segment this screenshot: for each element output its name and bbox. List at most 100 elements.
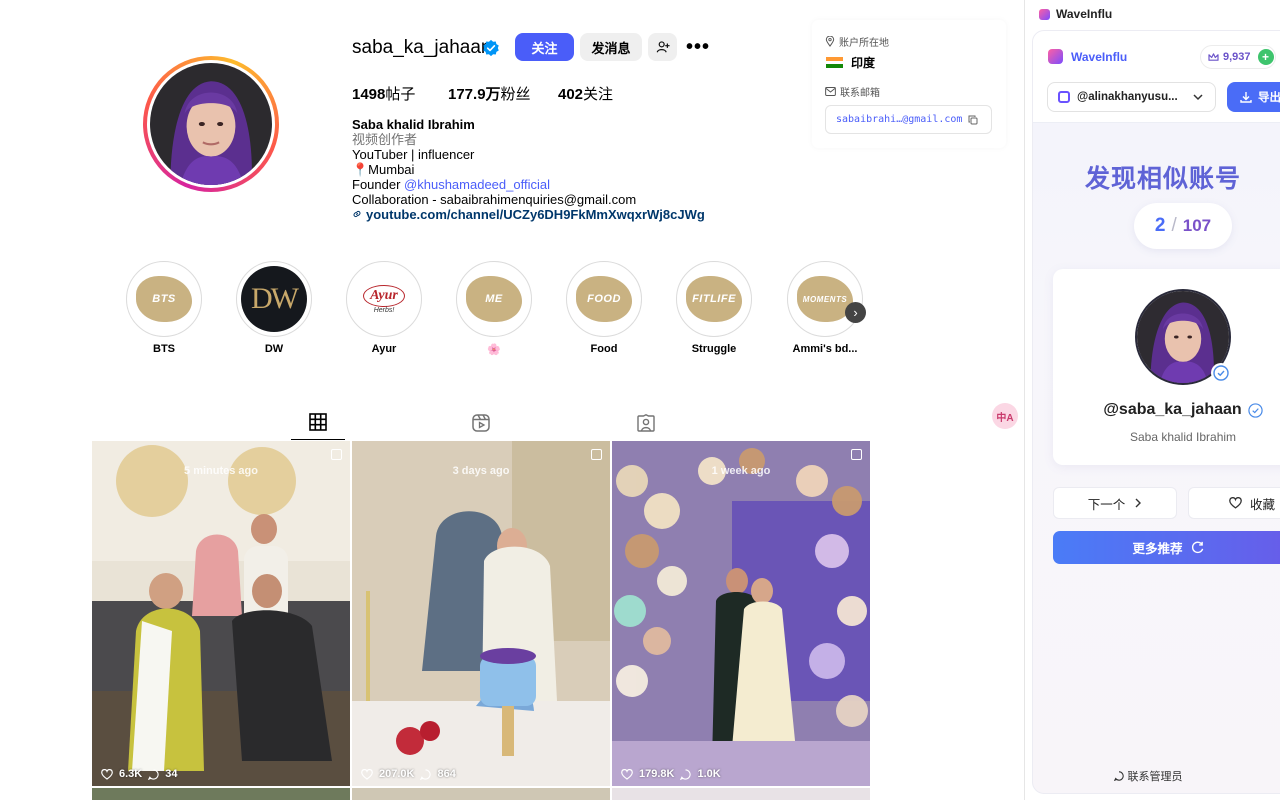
more-options-button[interactable]: ••• <box>684 33 712 61</box>
screen: saba_ka_jahaan 关注 发消息 ••• 1498帖子 177.9万粉… <box>0 0 1280 800</box>
post-comments: 864 <box>437 768 456 780</box>
add-coins-button[interactable]: + <box>1257 49 1274 65</box>
bio-external-link[interactable]: youtube.com/channel/UCZy6DH9FkMmXwqxrWj8… <box>352 207 705 222</box>
account-selector[interactable]: @alinakhanyusu... <box>1047 82 1216 112</box>
highlight-item[interactable]: FITLIFE Struggle <box>675 261 753 355</box>
country-name: 印度 <box>851 56 876 70</box>
copy-icon[interactable] <box>968 115 978 125</box>
result-counter: 2 / 107 <box>1134 203 1232 249</box>
stat-following[interactable]: 402关注 <box>558 83 613 104</box>
bio-mention-link[interactable]: @khushamadeed_official <box>404 177 550 192</box>
bio-collab: Collaboration - sabaibrahimenquiries@gma… <box>352 192 637 207</box>
bio-full-name: Saba khalid Ibrahim <box>352 117 475 132</box>
stat-posts[interactable]: 1498帖子 <box>352 83 448 104</box>
similar-account-handle[interactable]: @saba_ka_jahaan <box>1053 401 1280 419</box>
tab-tagged[interactable] <box>619 405 673 440</box>
post-thumbnail[interactable]: 3 days ago 207.0K 864 <box>352 441 610 786</box>
post-time: 1 week ago <box>711 465 771 477</box>
sidebar-header: WaveInflu 9,937 + @alinakhanyusu... 导出 <box>1033 31 1280 123</box>
profile-tabs <box>92 405 871 440</box>
verified-badge-icon <box>483 39 499 57</box>
waveinflu-logo-icon <box>1039 8 1050 20</box>
highlight-item[interactable]: DW DW <box>235 261 313 355</box>
follow-button[interactable]: 关注 <box>515 33 574 61</box>
profile-avatar[interactable] <box>143 56 279 192</box>
similar-accounts-heading: 发现相似账号 <box>1084 165 1241 193</box>
highlights-next-button[interactable]: › <box>845 302 866 323</box>
stat-followers-label: 粉丝 <box>500 86 531 103</box>
chevron-down-icon <box>1193 93 1203 100</box>
contact-email: sabaibrahi…@gmail.com <box>836 114 963 125</box>
favorite-label: 收藏 <box>1250 497 1276 512</box>
highlight-item[interactable]: Ayur Herbs! Ayur <box>345 261 423 355</box>
comment-icon <box>148 768 159 780</box>
coin-balance[interactable]: 9,937 + <box>1200 45 1276 69</box>
highlight-label: Ammi's bd... <box>792 343 858 355</box>
carousel-icon <box>331 449 342 460</box>
more-recommendations-button[interactable]: 更多推荐 <box>1053 531 1280 564</box>
highlight-cover-text: ME <box>466 276 522 322</box>
bio-category: 视频创作者 <box>352 132 418 147</box>
grid-icon <box>309 413 327 431</box>
similar-account-handle-text: @saba_ka_jahaan <box>1103 401 1242 418</box>
email-label: 联系邮箱 <box>825 84 880 99</box>
stat-followers-value: 177.9万 <box>448 86 501 103</box>
stat-posts-value: 1498 <box>352 86 386 103</box>
message-button[interactable]: 发消息 <box>580 33 642 61</box>
heart-icon <box>101 768 113 780</box>
reels-icon <box>472 413 490 432</box>
highlight-item[interactable]: FOOD Food <box>565 261 643 355</box>
highlight-label: Food <box>590 343 618 355</box>
post-image <box>612 441 870 786</box>
ayur-subtitle: Herbs! <box>373 306 395 314</box>
highlight-label: Struggle <box>691 343 737 355</box>
contact-admin-link[interactable]: 联系管理员 <box>1033 768 1280 784</box>
post-thumbnail[interactable] <box>352 788 610 800</box>
highlight-cover-text: FOOD <box>576 276 632 322</box>
post-thumbnail[interactable]: 5 minutes ago 6.3K 34 <box>92 441 350 786</box>
post-time: 5 minutes ago <box>184 465 258 477</box>
post-comments: 1.0K <box>697 768 721 780</box>
stat-following-label: 关注 <box>583 86 614 103</box>
export-button[interactable]: 导出 <box>1227 82 1280 112</box>
post-stats: 179.8K 1.0K <box>621 768 721 780</box>
add-user-icon <box>656 41 670 53</box>
stat-followers[interactable]: 177.9万粉丝 <box>448 83 558 104</box>
profile-username: saba_ka_jahaan <box>352 37 492 58</box>
carousel-icon <box>851 449 862 460</box>
next-account-button[interactable]: 下一个 <box>1053 487 1177 519</box>
post-thumbnail[interactable]: 1 week ago 179.8K 1.0K <box>612 441 870 786</box>
suggested-users-button[interactable] <box>648 33 677 61</box>
bio-founder-prefix: Founder <box>352 177 405 192</box>
post-likes: 207.0K <box>379 768 415 780</box>
translate-button[interactable]: 中A <box>992 403 1018 429</box>
similar-account-card[interactable]: @saba_ka_jahaan Saba khalid Ibrahim <box>1053 269 1280 465</box>
tab-reels[interactable] <box>454 405 508 440</box>
post-stats: 6.3K 34 <box>101 768 178 780</box>
comment-icon <box>680 768 692 780</box>
post-thumbnail[interactable] <box>612 788 870 800</box>
contact-email-field[interactable]: sabaibrahi…@gmail.com <box>825 105 992 134</box>
similar-account-fullname: Saba khalid Ibrahim <box>1129 430 1237 444</box>
sidebar-window-title: WaveInflu <box>1039 7 1112 21</box>
heart-icon <box>621 768 633 780</box>
highlight-label: BTS <box>153 343 175 355</box>
tab-posts[interactable] <box>291 405 345 440</box>
mail-icon <box>825 87 836 96</box>
profile-stats: 1498帖子 177.9万粉丝 402关注 <box>352 83 613 104</box>
favorite-button[interactable]: 收藏 <box>1188 487 1280 519</box>
highlight-cover-text: DW <box>251 282 299 315</box>
post-likes: 179.8K <box>639 768 675 780</box>
heart-outline-icon <box>1229 497 1242 509</box>
highlight-cover-text: Ayur <box>363 284 405 307</box>
highlight-cover-text: BTS <box>136 276 192 322</box>
sidebar-panel: WaveInflu 9,937 + @alinakhanyusu... 导出 发… <box>1032 30 1280 794</box>
post-image <box>352 441 610 786</box>
post-thumbnail[interactable] <box>92 788 350 800</box>
highlight-item[interactable]: ME 🌸 <box>455 261 533 356</box>
post-time: 3 days ago <box>452 465 510 477</box>
highlight-item[interactable]: BTS BTS <box>125 261 203 355</box>
heart-icon <box>361 768 373 780</box>
refresh-icon <box>1191 541 1203 554</box>
location-pin-icon <box>825 36 835 47</box>
